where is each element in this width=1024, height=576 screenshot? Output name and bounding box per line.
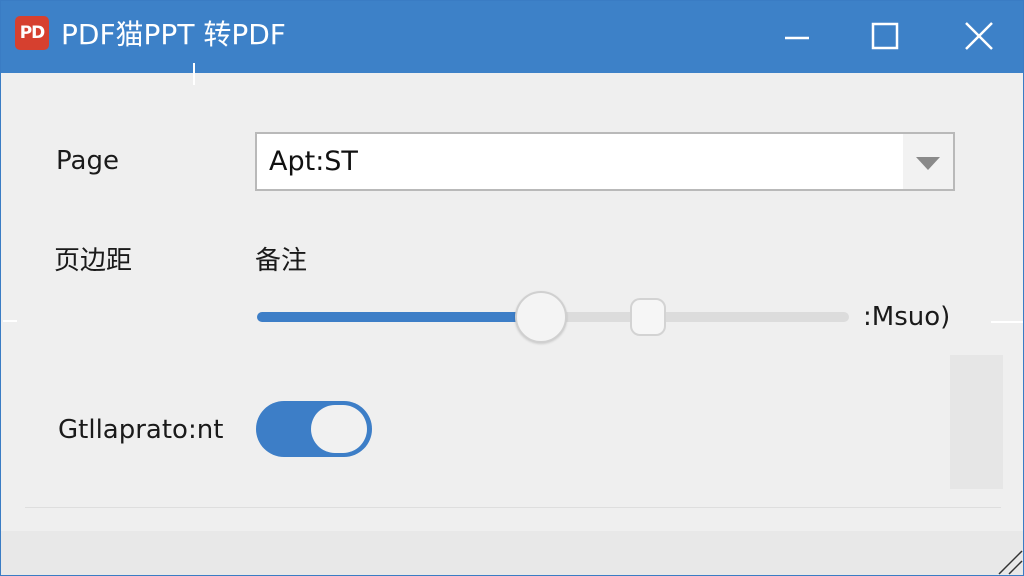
text-cursor-mark: [193, 63, 195, 85]
slider-secondary-handle[interactable]: [630, 298, 666, 336]
resize-grip-icon: [998, 550, 1023, 575]
side-panel: [950, 355, 1003, 489]
footer-bar: [1, 531, 1023, 575]
edge-mark-left: [3, 320, 17, 322]
app-logo-icon: PD: [15, 16, 49, 50]
window-title: PDF猫PPT 转PDF: [61, 18, 286, 51]
maximize-icon: [871, 22, 899, 50]
toggle-knob: [311, 405, 367, 453]
minimize-button[interactable]: [749, 1, 845, 73]
maximize-button[interactable]: [837, 1, 933, 73]
toggle-switch[interactable]: [256, 401, 372, 457]
title-bar: PD PDF猫PPT 转PDF: [1, 1, 1023, 73]
slider-handle[interactable]: [515, 291, 567, 343]
close-icon: [965, 22, 993, 50]
page-dropdown[interactable]: Apt:ST: [255, 132, 955, 191]
chevron-down-icon: [916, 157, 940, 170]
close-button[interactable]: [929, 1, 1023, 73]
app-window: PD PDF猫PPT 转PDF Page Apt:ST 页边距 备注:Msuo…: [0, 0, 1024, 576]
slider-fill: [257, 312, 541, 322]
page-dropdown-value: Apt:ST: [269, 146, 358, 177]
toggle-label: Gtllaprato:nt: [58, 415, 224, 445]
edge-mark-right: [991, 321, 1023, 323]
slider-value-label: :Msuo): [863, 302, 951, 332]
notes-label: 备注: [255, 246, 308, 276]
margin-label: 页边距: [54, 246, 133, 276]
minimize-icon: [785, 36, 809, 40]
margin-slider[interactable]: [257, 291, 849, 343]
dropdown-toggle[interactable]: [903, 134, 953, 189]
divider: [25, 507, 1001, 508]
resize-grip[interactable]: [997, 549, 1023, 575]
page-label: Page: [56, 146, 119, 176]
